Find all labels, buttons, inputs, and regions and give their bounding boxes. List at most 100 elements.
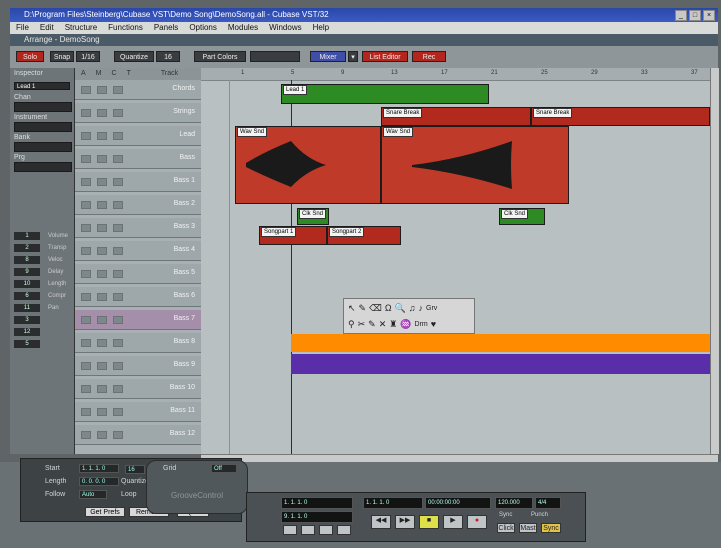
track-row[interactable]: Bass 6 [75,287,201,307]
time-display[interactable]: 00:00:00:00 [425,497,491,509]
scissors-tool-icon[interactable]: ✂ [358,318,366,331]
track-row[interactable]: Bass 1 [75,172,201,192]
notes-tool-icon[interactable]: ♫ [409,302,416,315]
track-toggle[interactable] [97,178,107,186]
track-toggle[interactable] [113,201,123,209]
midi-part[interactable]: Songpart 2 [327,226,401,245]
part-colors-button[interactable]: Part Colors [194,51,246,62]
track-toggle[interactable] [97,109,107,117]
inspector-value[interactable]: 9 [14,268,40,276]
midi-part[interactable]: Lead 1 [281,84,489,104]
drum-tool-button[interactable]: Drm [415,318,428,331]
minimize-button[interactable]: _ [675,10,687,21]
track-toggle[interactable] [113,270,123,278]
track-toggle[interactable] [81,132,91,140]
track-toggle[interactable] [97,316,107,324]
inspector-value[interactable]: 2 [14,244,40,252]
signature-display[interactable]: 4/4 [535,497,561,509]
quantize-field[interactable]: 16 [125,465,145,474]
track-toggle[interactable] [81,178,91,186]
track-row[interactable]: Bass 9 [75,356,201,376]
track-toggle[interactable] [113,431,123,439]
inspector-value[interactable]: 3 [14,316,40,324]
inspector-field[interactable] [14,122,72,132]
maximize-button[interactable]: □ [689,10,701,21]
track-toggle[interactable] [113,293,123,301]
display-field[interactable] [250,51,300,62]
track-toggle[interactable] [97,132,107,140]
mixer-button[interactable]: Mixer [310,51,346,62]
glue-tool-icon[interactable]: Ω [385,302,392,315]
track-toggle[interactable] [81,362,91,370]
track-toggle[interactable] [97,408,107,416]
left-locator-display[interactable]: 1. 1. 1. 0 [281,497,353,509]
track-toggle[interactable] [113,224,123,232]
snap-select[interactable]: 1/16 [76,51,100,62]
inspector-field[interactable] [14,102,72,112]
track-toggle[interactable] [81,109,91,117]
audio-part[interactable]: Wav Snd [381,126,569,204]
record-button[interactable]: Rec [412,51,446,62]
midi-part[interactable]: Clk Snd [297,208,329,225]
inspector-value[interactable]: 12 [14,328,40,336]
track-toggle[interactable] [113,247,123,255]
menu-panels[interactable]: Panels [154,22,178,34]
menu-structure[interactable]: Structure [65,22,97,34]
inspector-field[interactable] [14,162,72,172]
heart-tool-icon[interactable]: ♥ [431,318,436,331]
line-tool-icon[interactable]: ♒ [400,318,411,331]
record-transport-button[interactable]: ● [467,515,487,529]
track-toggle[interactable] [81,316,91,324]
click-button[interactable]: Click [497,523,515,533]
track-toggle[interactable] [81,270,91,278]
midi-part[interactable]: Snare Break [531,107,710,126]
mixer-dropdown-icon[interactable]: ▾ [348,51,358,62]
midi-part[interactable]: Songpart 1 [259,226,327,245]
track-toggle[interactable] [97,247,107,255]
fast-forward-button[interactable]: ▶▶ [395,515,415,529]
track-row[interactable]: Bass 8 [75,333,201,353]
track-toggle[interactable] [81,86,91,94]
menu-windows[interactable]: Windows [269,22,301,34]
audio-part[interactable]: Wav Snd [235,126,381,204]
track-toggle[interactable] [113,132,123,140]
inspector-value[interactable]: 10 [14,280,40,288]
inspector-value[interactable]: 5 [14,340,40,348]
midi-part[interactable]: Snare Break [381,107,531,126]
track-toggle[interactable] [97,431,107,439]
track-toggle[interactable] [97,385,107,393]
inspector-value[interactable]: 1 [14,232,40,240]
pencil-tool-icon[interactable]: ✎ [359,302,367,315]
draw-tool-icon[interactable]: ✎ [368,318,376,331]
track-row[interactable]: Bass [75,149,201,169]
track-toggle[interactable] [113,362,123,370]
track-toggle[interactable] [113,155,123,163]
rewind-button[interactable]: ◀◀ [371,515,391,529]
track-toggle[interactable] [97,86,107,94]
track-toggle[interactable] [113,339,123,347]
delete-tool-icon[interactable]: ✕ [379,318,387,331]
track-toggle[interactable] [97,339,107,347]
track-toggle[interactable] [97,224,107,232]
play-button[interactable]: ▶ [443,515,463,529]
stop-button[interactable]: ■ [419,515,439,529]
inspector-value[interactable]: 11 [14,304,40,312]
punch-out-button[interactable] [319,525,333,535]
arrow-tool-icon[interactable]: ↖ [348,302,356,315]
track-toggle[interactable] [81,385,91,393]
menu-functions[interactable]: Functions [108,22,143,34]
track-toggle[interactable] [81,408,91,416]
arrange-area[interactable]: 1 5 9 13 17 21 25 29 33 37 Lead 1 Snare … [201,68,710,454]
length-field[interactable]: 0. 0. 0. 0 [79,477,119,486]
cycle-button[interactable] [301,525,315,535]
track-toggle[interactable] [81,201,91,209]
track-toggle[interactable] [81,224,91,232]
track-name-field[interactable]: Lead 1 [14,82,70,90]
track-row[interactable]: Bass 4 [75,241,201,261]
track-row[interactable]: Bass 11 [75,402,201,422]
inspector-field[interactable] [14,142,72,152]
master-button[interactable]: Mast [519,523,537,533]
track-toggle[interactable] [81,155,91,163]
track-toggle[interactable] [97,362,107,370]
right-locator-display[interactable]: 9. 1. 1. 0 [281,511,353,523]
